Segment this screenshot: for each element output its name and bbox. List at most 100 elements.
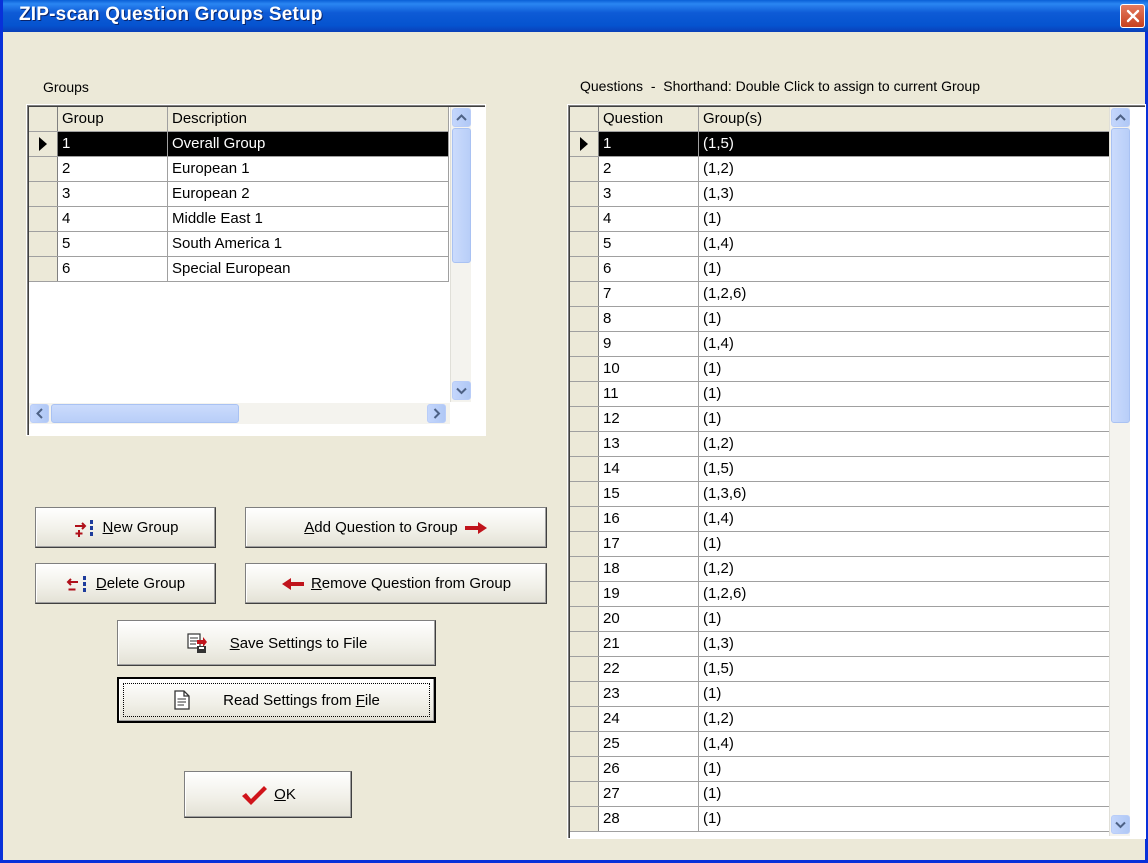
questions-cell-g[interactable]: (1,5) — [699, 657, 1110, 681]
row-indicator[interactable] — [570, 382, 599, 406]
questions-row[interactable]: 10 (1) — [570, 357, 1110, 382]
questions-vertical-scrollbar[interactable] — [1109, 107, 1130, 836]
questions-cell-q[interactable]: 9 — [599, 332, 699, 356]
save-settings-button[interactable]: Save Settings to File — [117, 620, 436, 666]
groups-cell-group[interactable]: 5 — [58, 232, 168, 256]
row-indicator[interactable] — [570, 782, 599, 806]
questions-row[interactable]: 13 (1,2) — [570, 432, 1110, 457]
scroll-up-button[interactable] — [452, 108, 471, 127]
horizontal-scroll-thumb[interactable] — [51, 404, 239, 423]
groups-cell-group[interactable]: 3 — [58, 182, 168, 206]
questions-cell-q[interactable]: 14 — [599, 457, 699, 481]
groups-row[interactable]: 4 Middle East 1 — [29, 207, 449, 232]
questions-cell-q[interactable]: 21 — [599, 632, 699, 656]
questions-cell-q[interactable]: 20 — [599, 607, 699, 631]
questions-row[interactable]: 3 (1,3) — [570, 182, 1110, 207]
questions-cell-q[interactable]: 11 — [599, 382, 699, 406]
row-indicator[interactable] — [29, 132, 58, 156]
row-indicator[interactable] — [570, 332, 599, 356]
questions-cell-g[interactable]: (1) — [699, 407, 1110, 431]
questions-row[interactable]: 22 (1,5) — [570, 657, 1110, 682]
groups-row[interactable]: 5 South America 1 — [29, 232, 449, 257]
row-indicator[interactable] — [570, 307, 599, 331]
questions-row[interactable]: 18 (1,2) — [570, 557, 1110, 582]
groups-row[interactable]: 1 Overall Group — [29, 132, 449, 157]
questions-cell-g[interactable]: (1,3) — [699, 632, 1110, 656]
questions-cell-g[interactable]: (1,4) — [699, 332, 1110, 356]
row-indicator[interactable] — [570, 507, 599, 531]
questions-cell-q[interactable]: 27 — [599, 782, 699, 806]
questions-cell-g[interactable]: (1,2) — [699, 432, 1110, 456]
questions-cell-q[interactable]: 18 — [599, 557, 699, 581]
questions-cell-g[interactable]: (1,5) — [699, 132, 1110, 156]
row-indicator[interactable] — [570, 282, 599, 306]
row-indicator[interactable] — [570, 357, 599, 381]
questions-cell-q[interactable]: 17 — [599, 532, 699, 556]
questions-col-question[interactable]: Question — [599, 107, 699, 131]
questions-row[interactable]: 16 (1,4) — [570, 507, 1110, 532]
groups-cell-description[interactable]: European 1 — [168, 157, 449, 181]
questions-grid[interactable]: Question Group(s) 1 (1,5) 2 (1,2) 3 (1,3) 4 (1)… — [567, 104, 1146, 839]
questions-cell-g[interactable]: (1,2) — [699, 557, 1110, 581]
row-indicator[interactable] — [570, 632, 599, 656]
questions-cell-g[interactable]: (1) — [699, 807, 1110, 831]
read-settings-button[interactable]: Read Settings from File — [117, 677, 436, 723]
groups-cell-description[interactable]: Overall Group — [168, 132, 449, 156]
questions-cell-q[interactable]: 13 — [599, 432, 699, 456]
row-indicator[interactable] — [29, 232, 58, 256]
questions-cell-g[interactable]: (1) — [699, 382, 1110, 406]
row-indicator[interactable] — [29, 157, 58, 181]
questions-row[interactable]: 5 (1,4) — [570, 232, 1110, 257]
questions-cell-g[interactable]: (1) — [699, 532, 1110, 556]
questions-cell-q[interactable]: 10 — [599, 357, 699, 381]
row-indicator[interactable] — [570, 807, 599, 831]
scroll-thumb[interactable] — [1111, 128, 1130, 423]
questions-cell-q[interactable]: 1 — [599, 132, 699, 156]
scroll-down-button[interactable] — [1111, 815, 1130, 834]
groups-cell-group[interactable]: 2 — [58, 157, 168, 181]
title-bar[interactable]: ZIP-scan Question Groups Setup — [3, 0, 1148, 32]
questions-cell-g[interactable]: (1) — [699, 607, 1110, 631]
questions-row[interactable]: 28 (1) — [570, 807, 1110, 832]
questions-cell-g[interactable]: (1) — [699, 757, 1110, 781]
questions-cell-g[interactable]: (1,2,6) — [699, 582, 1110, 606]
questions-row[interactable]: 15 (1,3,6) — [570, 482, 1110, 507]
scroll-right-button[interactable] — [427, 404, 446, 423]
questions-row[interactable]: 9 (1,4) — [570, 332, 1110, 357]
row-indicator[interactable] — [29, 182, 58, 206]
questions-row[interactable]: 26 (1) — [570, 757, 1110, 782]
row-indicator[interactable] — [570, 182, 599, 206]
questions-cell-q[interactable]: 4 — [599, 207, 699, 231]
row-indicator[interactable] — [570, 607, 599, 631]
questions-cell-g[interactable]: (1,4) — [699, 732, 1110, 756]
questions-cell-q[interactable]: 6 — [599, 257, 699, 281]
new-group-button[interactable]: New Group — [35, 507, 216, 548]
questions-row[interactable]: 17 (1) — [570, 532, 1110, 557]
row-indicator[interactable] — [29, 207, 58, 231]
questions-cell-g[interactable]: (1) — [699, 307, 1110, 331]
scroll-left-button[interactable] — [30, 404, 49, 423]
row-indicator[interactable] — [570, 682, 599, 706]
scroll-up-button[interactable] — [1111, 108, 1130, 127]
questions-cell-g[interactable]: (1,2) — [699, 707, 1110, 731]
questions-cell-q[interactable]: 3 — [599, 182, 699, 206]
groups-row[interactable]: 2 European 1 — [29, 157, 449, 182]
questions-cell-q[interactable]: 12 — [599, 407, 699, 431]
groups-col-description[interactable]: Description — [168, 107, 449, 131]
questions-cell-g[interactable]: (1,3,6) — [699, 482, 1110, 506]
row-indicator[interactable] — [570, 707, 599, 731]
row-indicator[interactable] — [570, 432, 599, 456]
groups-grid[interactable]: Group Description 1 Overall Group 2 Europea… — [26, 104, 486, 436]
groups-vertical-scrollbar[interactable] — [450, 107, 471, 402]
questions-cell-q[interactable]: 2 — [599, 157, 699, 181]
row-indicator[interactable] — [570, 207, 599, 231]
questions-cell-g[interactable]: (1,4) — [699, 232, 1110, 256]
questions-cell-q[interactable]: 15 — [599, 482, 699, 506]
questions-row[interactable]: 23 (1) — [570, 682, 1110, 707]
questions-cell-q[interactable]: 7 — [599, 282, 699, 306]
questions-cell-g[interactable]: (1,2) — [699, 157, 1110, 181]
questions-cell-q[interactable]: 24 — [599, 707, 699, 731]
close-button[interactable] — [1120, 4, 1145, 28]
row-indicator[interactable] — [570, 582, 599, 606]
questions-cell-g[interactable]: (1,4) — [699, 507, 1110, 531]
